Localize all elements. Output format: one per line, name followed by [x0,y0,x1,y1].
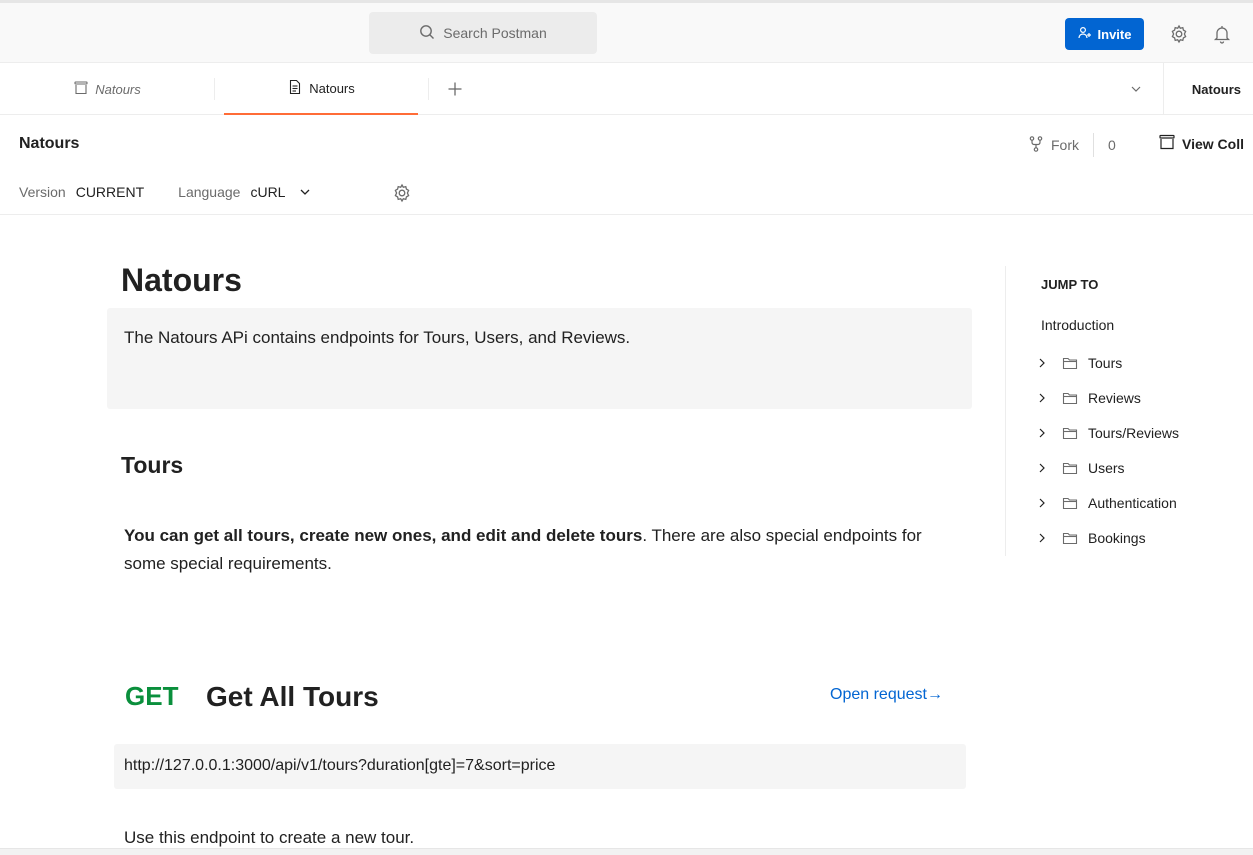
jump-to-item-label: Users [1088,460,1125,476]
jump-to-item-users[interactable]: Users [1036,458,1125,478]
jump-to-item-label: Reviews [1088,390,1141,406]
version-label: Version [19,184,66,200]
request-name: Get All Tours [206,681,379,712]
jump-to-item-tours[interactable]: Tours [1036,353,1122,373]
jump-to-title: JUMP TO [1041,277,1099,292]
chevron-right-icon[interactable] [1036,392,1048,404]
search-icon [419,24,435,43]
chevron-down-icon[interactable] [299,186,311,198]
top-header-bar: Search Postman Invite [0,0,1253,63]
tab-label: Natours [95,81,141,97]
tab-divider [214,78,215,100]
folder-icon [1062,390,1078,406]
chevron-right-icon[interactable] [1036,497,1048,509]
jump-to-divider [1005,266,1006,556]
jump-to-item-label: Authentication [1088,495,1177,511]
language-label: Language [178,184,241,200]
add-user-icon [1077,26,1092,43]
jump-to-item-label: Tours/Reviews [1088,425,1180,441]
tab-natours-collection[interactable]: Natours [0,63,214,115]
doc-description-text: The Natours APi contains endpoints for T… [124,328,631,347]
fork-icon [1027,135,1045,156]
document-icon [287,79,303,98]
invite-label: Invite [1097,26,1132,42]
status-bar [0,848,1253,855]
section-description: You can get all tours, create new ones, … [124,522,954,578]
jump-to-item-tours-reviews[interactable]: Tours/Reviews [1036,423,1179,443]
jump-to-item-label: Tours [1088,355,1123,371]
chevron-right-icon[interactable] [1036,357,1048,369]
tab-label: Natours [309,80,355,96]
jump-to-item-label: Bookings [1088,530,1146,546]
search-input[interactable]: Search Postman [369,12,597,54]
collection-title: Natours [19,135,80,152]
search-placeholder: Search Postman [443,25,547,41]
fork-count: 0 [1108,137,1116,153]
folder-icon [1062,355,1078,371]
jump-to-item-authentication[interactable]: Authentication [1036,493,1177,513]
tabs-row: Natours Natours Natours [0,63,1253,115]
folder-icon [1062,530,1078,546]
fork-divider [1093,133,1094,157]
view-collection-button[interactable]: View Coll [1158,133,1244,154]
tab-divider [428,78,429,100]
fork-label: Fork [1051,137,1079,153]
section-description-bold: You can get all tours, create new ones, … [124,526,643,545]
divider [0,214,1253,215]
language-selector[interactable]: cURL [250,184,285,200]
chevron-right-icon[interactable] [1036,427,1048,439]
folder-icon [1062,495,1078,511]
jump-to-item-reviews[interactable]: Reviews [1036,388,1141,408]
request-url-text: http://127.0.0.1:3000/api/v1/tours?durat… [124,757,556,774]
folder-icon [1062,460,1078,476]
fork-button[interactable]: Fork 0 [1027,133,1116,157]
open-request-link[interactable]: Open request→ [830,686,943,704]
view-collection-label: View Coll [1182,135,1244,152]
request-url: http://127.0.0.1:3000/api/v1/tours?durat… [114,744,966,789]
bell-icon[interactable] [1211,23,1233,45]
folder-icon [1062,425,1078,441]
jump-to-introduction[interactable]: Introduction [1041,317,1114,333]
section-title-tours: Tours [121,452,184,478]
collection-icon [1158,133,1176,154]
environment-label: Natours [1191,81,1241,97]
request-description: Use this endpoint to create a new tour. [124,828,415,847]
collection-meta-row: Version CURRENT Language cURL [19,184,311,200]
add-tab-button[interactable] [444,78,466,100]
settings-gear-icon[interactable] [1168,23,1190,45]
version-selector[interactable]: CURRENT [76,184,144,200]
jump-to-item-bookings[interactable]: Bookings [1036,528,1146,548]
tabs-dropdown-button[interactable] [1127,80,1145,98]
chevron-down-icon [1131,86,1141,92]
doc-title: Natours [121,262,242,298]
environment-selector[interactable]: Natours [1163,63,1253,115]
chevron-right-icon[interactable] [1036,532,1048,544]
chevron-right-icon[interactable] [1036,462,1048,474]
tab-natours-docs[interactable]: Natours [224,63,418,115]
request-method-badge: GET [125,681,179,711]
plus-icon [448,82,462,96]
doc-description: The Natours APi contains endpoints for T… [107,308,972,409]
invite-button[interactable]: Invite [1065,18,1144,50]
collection-icon [73,80,89,99]
doc-settings-gear-icon[interactable] [392,183,412,203]
